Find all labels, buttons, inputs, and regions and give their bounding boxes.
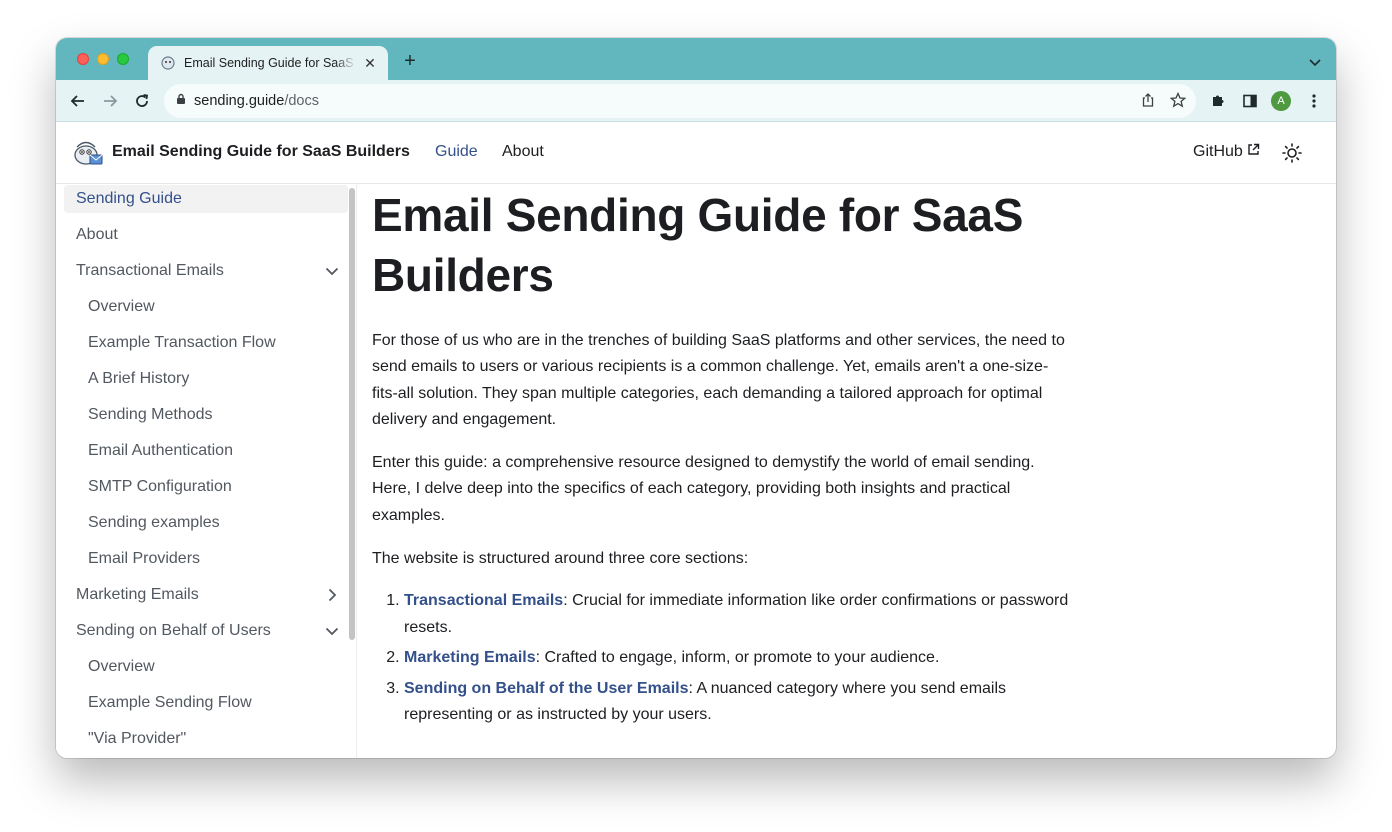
tab-search-chevron-icon[interactable] [1308,54,1322,67]
site-logo-icon[interactable] [72,139,104,167]
tab-title: Email Sending Guide for SaaS Builders [184,56,356,70]
sidebar-item-label: Email Authentication [88,442,233,459]
avatar-letter: A [1271,91,1291,111]
profile-avatar[interactable]: A [1270,90,1292,112]
chevron-down-icon[interactable] [324,263,340,279]
page-title: Email Sending Guide for SaaS Builders [372,189,1024,301]
tab-close-icon[interactable]: ✕ [362,55,378,72]
sun-theme-toggle-icon[interactable] [1282,143,1302,163]
sidebar-item-label: SMTP Configuration [88,478,232,495]
list-item: Sending on Behalf of the User Emails: A … [404,676,1072,729]
sidebar-item-example-sending-flow[interactable]: Example Sending Flow [64,689,348,717]
sidebar-item-example-transaction-flow[interactable]: Example Transaction Flow [64,329,348,357]
sidebar-item-label: "Via Provider" [88,730,187,747]
sidebar-item-label: Overview [88,298,155,315]
address-bar[interactable]: sending.guide/docs [164,84,1196,118]
doc-content: Email Sending Guide for SaaS Builders Fo… [372,184,1072,758]
sidebar-item-label: Email Providers [88,550,201,567]
sidebar-item-label: Example Transaction Flow [88,334,276,351]
transactional-emails-link[interactable]: Transactional Emails [404,592,563,609]
nav-link-about[interactable]: About [502,143,544,161]
list-item-text: : Crafted to engage, inform, or promote … [535,649,940,667]
sidebar-item-label: Marketing Emails [76,586,199,603]
side-panel-icon[interactable] [1239,90,1261,112]
tab-strip: Email Sending Guide for SaaS Builders ✕ … [56,38,1336,80]
sidebar-item-about[interactable]: About [64,221,348,249]
bookmark-star-icon[interactable] [1169,91,1187,113]
sidebar-item-label: A Brief History [88,370,190,387]
sidebar-item-overview-behalf[interactable]: Overview [64,653,348,681]
sidebar-item-label: Sending Guide [76,190,182,207]
maximize-window-button[interactable] [117,53,129,65]
browser-toolbar: sending.guide/docs A [56,80,1336,122]
sidebar-category-sending-on-behalf[interactable]: Sending on Behalf of Users [64,617,348,645]
reload-icon[interactable] [132,91,152,111]
minimize-window-button[interactable] [97,53,109,65]
sidebar-item-via-provider[interactable]: "Via Provider" [64,725,348,753]
list-item: Transactional Emails: Crucial for immedi… [404,588,1072,641]
new-tab-button[interactable]: + [400,51,420,71]
forward-arrow-icon[interactable] [100,91,120,111]
sections-list: Transactional Emails: Crucial for immedi… [372,588,1072,729]
sidebar-item-label: Overview [88,658,155,675]
sidebar-item-email-providers[interactable]: Email Providers [64,545,348,573]
nav-link-guide[interactable]: Guide [435,143,478,161]
list-item: Marketing Emails: Crafted to engage, inf… [404,645,1072,672]
sending-on-behalf-link[interactable]: Sending on Behalf of the User Emails [404,680,689,697]
github-link[interactable]: GitHub [1193,143,1260,161]
sidebar-item-brief-history[interactable]: A Brief History [64,365,348,393]
sidebar-item-email-authentication[interactable]: Email Authentication [64,437,348,465]
structure-paragraph: The website is structured around three c… [372,550,749,568]
close-window-button[interactable] [77,53,89,65]
external-link-icon [1247,143,1260,161]
lock-icon [176,92,186,110]
sidebar-item-smtp-configuration[interactable]: SMTP Configuration [64,473,348,501]
sidebar-item-label: Sending Methods [88,406,213,423]
browser-window: Email Sending Guide for SaaS Builders ✕ … [56,38,1336,758]
site-title[interactable]: Email Sending Guide for SaaS Builders [112,143,410,161]
url-text: sending.guide/docs [194,93,319,109]
guide-paragraph: Enter this guide: a comprehensive resour… [372,454,1035,524]
url-domain: sending.guide [194,93,285,109]
sidebar-scrollbar[interactable] [349,188,355,640]
github-label: GitHub [1193,143,1243,160]
sidebar-item-sending-methods[interactable]: Sending Methods [64,401,348,429]
sidebar-item-sending-examples[interactable]: Sending examples [64,509,348,537]
browser-tab[interactable]: Email Sending Guide for SaaS Builders ✕ [148,46,388,80]
sidebar-category-transactional-emails[interactable]: Transactional Emails [64,257,348,285]
sidebar-item-label: Example Sending Flow [88,694,252,711]
url-path: /docs [284,93,319,109]
site-navbar: Email Sending Guide for SaaS Builders Gu… [56,123,1336,184]
browser-menu-icon[interactable] [1303,90,1325,112]
docs-sidebar: Sending Guide About Transactional Emails… [56,184,356,758]
sidebar-item-label: Transactional Emails [76,262,224,279]
sidebar-category-marketing-emails[interactable]: Marketing Emails [64,581,348,609]
extensions-puzzle-icon[interactable] [1207,90,1229,112]
chevron-down-icon[interactable] [324,623,340,639]
sidebar-divider [356,184,357,758]
sidebar-item-overview[interactable]: Overview [64,293,348,321]
sidebar-item-label: Sending on Behalf of Users [76,622,271,639]
marketing-emails-link[interactable]: Marketing Emails [404,649,536,666]
site-favicon-icon [160,55,176,71]
sidebar-item-label: Sending examples [88,514,220,531]
sidebar-item-label: About [76,226,118,243]
share-icon[interactable] [1140,92,1156,113]
chevron-right-icon[interactable] [324,587,340,603]
back-arrow-icon[interactable] [68,91,88,111]
intro-paragraph: For those of us who are in the trenches … [372,332,1065,428]
sidebar-item-sending-guide[interactable]: Sending Guide [64,185,348,213]
